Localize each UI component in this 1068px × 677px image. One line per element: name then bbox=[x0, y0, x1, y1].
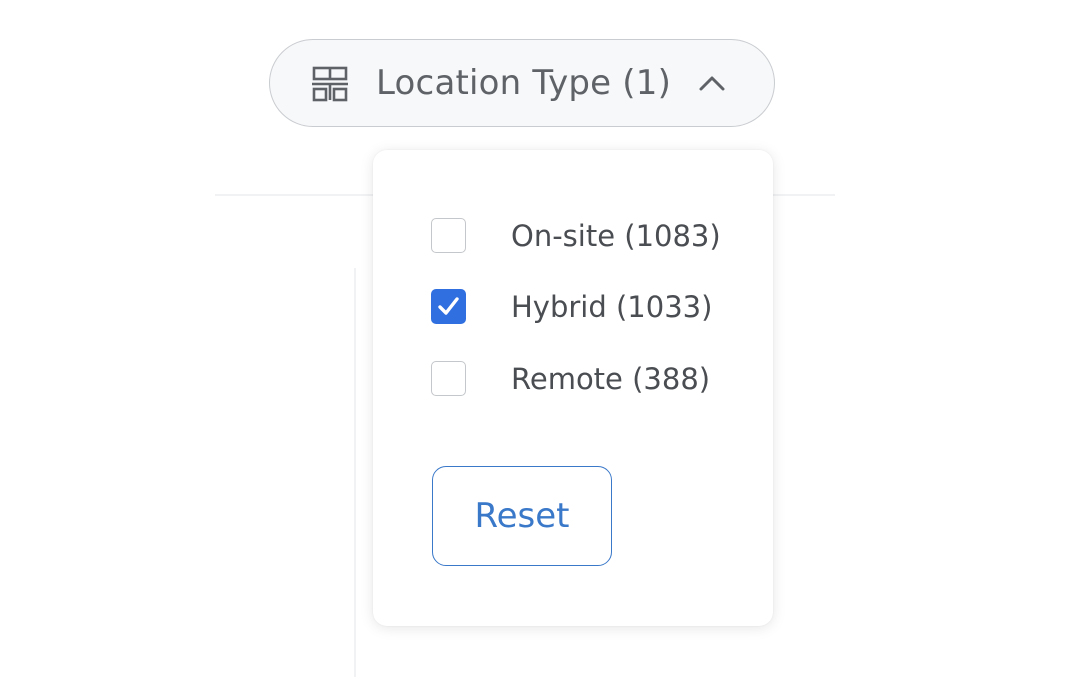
option-label: Hybrid (1033) bbox=[511, 290, 713, 324]
option-label: Remote (388) bbox=[511, 362, 711, 396]
reset-button[interactable]: Reset bbox=[432, 466, 612, 566]
location-type-dropdown: On-site (1083) Hybrid (1033) Remote (388… bbox=[373, 150, 773, 626]
option-on-site[interactable]: On-site (1083) bbox=[431, 216, 751, 256]
background-card-edge bbox=[354, 268, 356, 677]
location-type-icon bbox=[310, 65, 350, 103]
hybrid-checkbox[interactable] bbox=[431, 289, 466, 324]
option-hybrid[interactable]: Hybrid (1033) bbox=[431, 287, 751, 327]
option-label: On-site (1083) bbox=[511, 219, 721, 253]
option-remote[interactable]: Remote (388) bbox=[431, 359, 751, 399]
filter-label: Location Type (1) bbox=[376, 63, 672, 103]
checkmark-icon bbox=[438, 297, 459, 315]
page: Location Type (1) On-site (1083) Hybrid … bbox=[0, 0, 1068, 677]
location-type-filter-button[interactable]: Location Type (1) bbox=[269, 39, 775, 127]
on-site-checkbox[interactable] bbox=[431, 218, 466, 253]
chevron-up-icon bbox=[698, 72, 726, 94]
remote-checkbox[interactable] bbox=[431, 361, 466, 396]
